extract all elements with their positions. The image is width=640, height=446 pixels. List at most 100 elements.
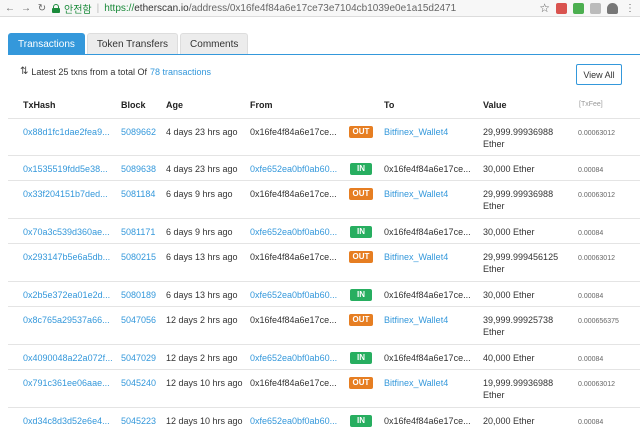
block-link[interactable]: 5089662 [121,126,156,138]
from-address: 0x16fe4f84a6e17ce... [250,315,337,325]
table-row: 0x8c765a29537a66... 5047056 12 days 2 hrs … [8,306,640,344]
tx-fee: 0.00084 [578,167,604,174]
summary-text: Latest 25 txns from a total Of [31,66,147,77]
table-row: 0x70a3c539d360ae... 5081171 6 days 9 hrs a… [8,218,640,243]
url-path: /address/0x16fe4f84a6e17ce73e7104cb1039e… [188,2,457,14]
direction-badge: OUT [349,251,373,263]
tx-fee: 0.00063012 [578,381,615,388]
table-row: 0x33f204151b7ded... 5081184 6 days 9 hrs a… [8,180,640,218]
to-address: 0x16fe4f84a6e17ce... [384,164,471,174]
tx-hash-link[interactable]: 0x70a3c539d360ae... [23,226,110,238]
tx-age: 12 days 10 hrs ago [166,416,243,426]
table-row: 0xd34c8d3d52e6e4... 5045223 12 days 10 hrs… [8,407,640,437]
tx-hash-link[interactable]: 0x4090048a22a072f... [23,352,113,364]
view-all-button[interactable]: View All [576,64,622,85]
direction-badge: IN [350,163,372,175]
extension-icon[interactable] [573,2,584,14]
tab-transactions[interactable]: Transactions [8,33,85,54]
tx-hash-link[interactable]: 0x1535519fdd5e38... [23,163,108,175]
direction-badge: OUT [349,314,373,326]
url-divider: | [96,2,100,14]
block-link[interactable]: 5080215 [121,251,156,263]
total-transactions-link[interactable]: 78 transactions [150,67,211,77]
direction-badge: OUT [349,188,373,200]
table-row: 0x791c361ee06aae... 5045240 12 days 10 hrs… [8,369,640,407]
block-link[interactable]: 5045240 [121,377,156,389]
back-icon[interactable]: ← [4,2,16,14]
block-link[interactable]: 5045223 [121,415,156,427]
block-link[interactable]: 5047029 [121,352,156,364]
bookmark-star-icon[interactable]: ☆ [539,2,550,14]
tab-comments[interactable]: Comments [180,33,249,54]
tx-age: 12 days 2 hrs ago [166,315,238,325]
tab-bar: Transactions Token Transfers Comments [8,33,250,54]
shield-icon[interactable] [607,2,618,14]
tx-value: 29,999.99936988 Ether [483,127,554,149]
tx-age: 12 days 10 hrs ago [166,378,243,388]
tx-value: 19,999.99936988 Ether [483,378,554,400]
direction-badge: IN [350,352,372,364]
to-address: 0x16fe4f84a6e17ce... [384,290,471,300]
column-header-age: Age [166,100,184,110]
transactions-summary: ⇅ Latest 25 txns from a total Of 78 tran… [20,66,211,77]
tx-value: 30,000 Ether [483,164,535,174]
to-address[interactable]: Bitfinex_Wallet4 [384,314,448,326]
column-header-from: From [250,100,273,110]
column-header-txhash: TxHash [23,100,56,110]
direction-badge: IN [350,415,372,427]
reload-icon[interactable]: ↻ [36,2,48,14]
column-header-value: Value [483,100,507,110]
table-row: 0x1535519fdd5e38... 5089638 4 days 23 hrs … [8,155,640,180]
from-address[interactable]: 0xfe652ea0bf0ab60... [250,352,337,364]
tx-hash-link[interactable]: 0x33f204151b7ded... [23,188,108,200]
block-link[interactable]: 5081184 [121,188,155,200]
block-link[interactable]: 5047056 [121,314,156,326]
from-address[interactable]: 0xfe652ea0bf0ab60... [250,415,337,427]
from-address[interactable]: 0xfe652ea0bf0ab60... [250,226,337,238]
table-row: 0x88d1fc1dae2fea9... 5089662 4 days 23 hrs… [8,118,640,155]
to-address[interactable]: Bitfinex_Wallet4 [384,126,448,138]
to-address: 0x16fe4f84a6e17ce... [384,416,471,426]
tx-value: 30,000 Ether [483,227,535,237]
tx-age: 6 days 13 hrs ago [166,290,238,300]
extension-icon[interactable] [590,2,601,14]
menu-icon[interactable]: ⋮ [624,2,636,14]
tx-age: 6 days 13 hrs ago [166,252,238,262]
tx-fee: 0.00084 [578,293,604,300]
tx-hash-link[interactable]: 0x88d1fc1dae2fea9... [23,126,110,138]
tx-fee: 0.00063012 [578,192,615,199]
tab-underline [8,54,640,55]
tx-age: 4 days 23 hrs ago [166,127,238,137]
to-address[interactable]: Bitfinex_Wallet4 [384,188,448,200]
tx-value: 29,999.99936988 Ether [483,189,554,211]
to-address[interactable]: Bitfinex_Wallet4 [384,377,448,389]
block-link[interactable]: 5080189 [121,289,156,301]
from-address[interactable]: 0xfe652ea0bf0ab60... [250,289,337,301]
tx-hash-link[interactable]: 0x8c765a29537a66... [23,314,110,326]
column-header-txfee: [TxFee] [579,101,603,108]
from-address: 0x16fe4f84a6e17ce... [250,252,337,262]
from-address[interactable]: 0xfe652ea0bf0ab60... [250,163,337,175]
tx-hash-link[interactable]: 0x293147b5e6a5db... [23,251,110,263]
tx-value: 29,999.999456125 Ether [483,252,559,274]
tx-value: 30,000 Ether [483,290,535,300]
tx-hash-link[interactable]: 0x791c361ee06aae... [23,377,110,389]
tx-age: 6 days 9 hrs ago [166,227,233,237]
extension-icon[interactable] [556,2,567,14]
tx-hash-link[interactable]: 0x2b5e372ea01e2d... [23,289,110,301]
tx-value: 40,000 Ether [483,353,535,363]
tx-age: 12 days 2 hrs ago [166,353,238,363]
block-link[interactable]: 5081171 [121,226,155,238]
url-field[interactable]: https://etherscan.io/address/0x16fe4f84a… [104,3,456,14]
from-address: 0x16fe4f84a6e17ce... [250,127,337,137]
forward-icon[interactable]: → [20,2,32,14]
tx-age: 6 days 9 hrs ago [166,189,233,199]
to-address: 0x16fe4f84a6e17ce... [384,353,471,363]
block-link[interactable]: 5089638 [121,163,156,175]
tab-token-transfers[interactable]: Token Transfers [86,33,179,54]
tx-value: 20,000 Ether [483,416,535,426]
tx-fee: 0.00084 [578,230,604,237]
to-address[interactable]: Bitfinex_Wallet4 [384,251,448,263]
tx-hash-link[interactable]: 0xd34c8d3d52e6e4... [23,415,110,427]
tx-fee: 0.00084 [578,419,604,426]
